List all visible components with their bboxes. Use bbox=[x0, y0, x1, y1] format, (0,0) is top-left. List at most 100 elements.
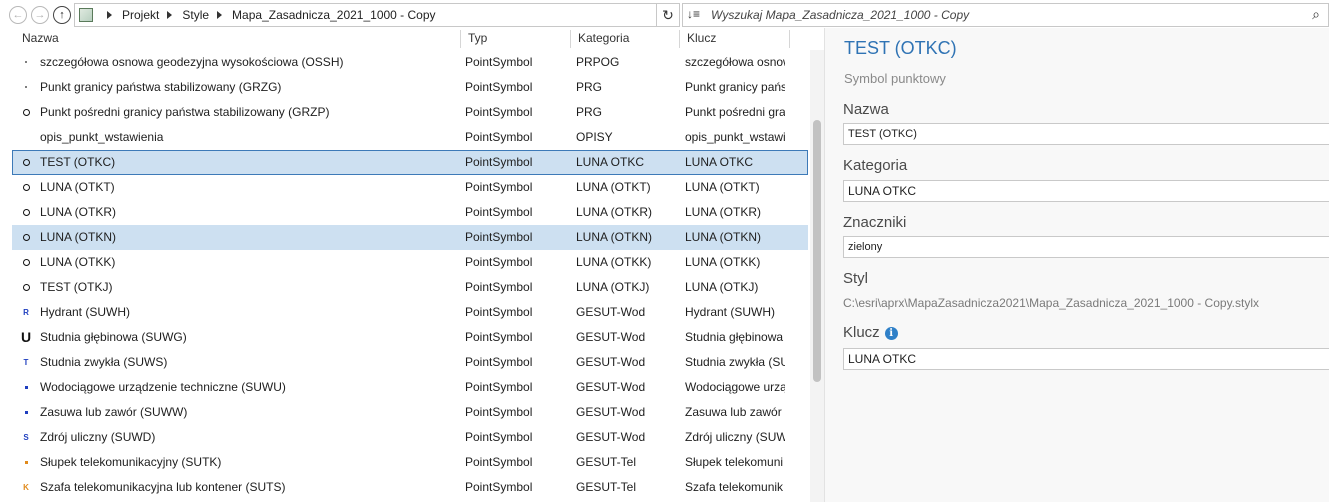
list-item-category: GESUT-Wod bbox=[576, 380, 646, 394]
column-divider[interactable] bbox=[789, 30, 790, 48]
list-item-category: OPISY bbox=[576, 130, 613, 144]
list-item-name: Studnia głębinowa (SUWG) bbox=[40, 330, 187, 344]
detail-title: TEST (OTKC) bbox=[844, 38, 957, 58]
refresh-button[interactable]: ↻ bbox=[656, 3, 680, 27]
tags-field[interactable]: zielony bbox=[843, 236, 1329, 258]
list-item-key: Punkt pośredni gra bbox=[685, 105, 785, 119]
point-symbol-square-icon bbox=[19, 376, 33, 399]
point-symbol-square-icon bbox=[19, 401, 33, 424]
address-toolbar: ← → ↑ Projekt Style Mapa_Zasadnicza_2021… bbox=[0, 0, 1329, 30]
list-item-category: GESUT-Wod bbox=[576, 330, 646, 344]
list-item[interactable]: T Studnia zwykła (SUWS) PointSymbol GESUT-W… bbox=[12, 350, 808, 375]
list-item-type: PointSymbol bbox=[465, 105, 533, 119]
point-symbol-circle-icon bbox=[19, 226, 33, 249]
name-field[interactable]: TEST (OTKC) bbox=[843, 123, 1329, 145]
sort-icon[interactable]: ↓≡ bbox=[687, 7, 700, 21]
point-symbol-circle-icon bbox=[19, 176, 33, 199]
list-item-type: PointSymbol bbox=[465, 255, 533, 269]
address-bar[interactable]: Projekt Style Mapa_Zasadnicza_2021_1000 … bbox=[74, 3, 679, 27]
list-item-type: PointSymbol bbox=[465, 205, 533, 219]
list-item-category: GESUT-Wod bbox=[576, 430, 646, 444]
list-item-category: LUNA OTKC bbox=[576, 155, 645, 169]
breadcrumb-item-projekt[interactable]: Projekt bbox=[122, 8, 159, 22]
list-item[interactable]: TEST (OTKC) PointSymbol LUNA OTKC LUNA OTKC bbox=[12, 150, 808, 175]
list-item[interactable]: Słupek telekomunikacyjny (SUTK) PointSymb… bbox=[12, 450, 808, 475]
list-item[interactable]: S Zdrój uliczny (SUWD) PointSymbol GESUT-Wo… bbox=[12, 425, 808, 450]
list-item[interactable]: szczegółowa osnowa geodezyjna wysokościo… bbox=[12, 50, 808, 75]
column-header-key[interactable]: Klucz bbox=[687, 28, 716, 50]
item-detail-panel: TEST (OTKC) Symbol punktowy Nazwa TEST (… bbox=[824, 28, 1329, 502]
breadcrumb-item-style[interactable]: Style bbox=[182, 8, 209, 22]
back-icon[interactable]: ← bbox=[9, 6, 27, 24]
list-item-type: PointSymbol bbox=[465, 355, 533, 369]
style-label: Styl bbox=[843, 270, 869, 287]
list-item[interactable]: LUNA (OTKT) PointSymbol LUNA (OTKT) LUNA (O… bbox=[12, 175, 808, 200]
list-item-key: LUNA (OTKK) bbox=[685, 255, 761, 269]
list-item[interactable]: Wodociągowe urządzenie techniczne (SUWU)… bbox=[12, 375, 808, 400]
list-item-name: Studnia zwykła (SUWS) bbox=[40, 355, 168, 369]
list-item-name: Słupek telekomunikacyjny (SUTK) bbox=[40, 455, 222, 469]
list-item-type: PointSymbol bbox=[465, 455, 533, 469]
up-folder-icon[interactable]: ↑ bbox=[53, 6, 71, 24]
key-field[interactable]: LUNA OTKC bbox=[843, 348, 1329, 370]
list-item-name: szczegółowa osnowa geodezyjna wysokościo… bbox=[40, 55, 344, 69]
list-item[interactable]: opis_punkt_wstawienia PointSymbol OPISY opi… bbox=[12, 125, 808, 150]
list-item-category: PRG bbox=[576, 80, 603, 94]
point-symbol-square-icon bbox=[19, 451, 33, 474]
breadcrumb-item-current[interactable]: Mapa_Zasadnicza_2021_1000 - Copy bbox=[232, 8, 435, 22]
list-item-category: LUNA (OTKN) bbox=[576, 230, 653, 244]
list-item[interactable]: Punkt pośredni granicy państwa stabilizo… bbox=[12, 100, 808, 125]
list-item-key: LUNA (OTKR) bbox=[685, 205, 762, 219]
column-divider[interactable] bbox=[460, 30, 461, 48]
list-item[interactable]: TEST (OTKJ) PointSymbol LUNA (OTKJ) LUNA (O… bbox=[12, 275, 808, 300]
info-icon[interactable]: i bbox=[884, 327, 898, 340]
list-item-type: PointSymbol bbox=[465, 280, 533, 294]
list-item-type: PointSymbol bbox=[465, 55, 533, 69]
list-item-key: LUNA (OTKJ) bbox=[685, 280, 759, 294]
list-item[interactable]: Zasuwa lub zawór (SUWW) PointSymbol GESUT-… bbox=[12, 400, 808, 425]
list-scrollbar[interactable] bbox=[810, 50, 824, 502]
column-divider[interactable] bbox=[679, 30, 680, 48]
list-item-category: GESUT-Wod bbox=[576, 355, 646, 369]
list-item-type: PointSymbol bbox=[465, 380, 533, 394]
list-item[interactable]: LUNA (OTKN) PointSymbol LUNA (OTKN) LUNA (O… bbox=[12, 225, 808, 250]
point-symbol-circle-icon bbox=[19, 276, 33, 299]
search-icon[interactable]: ⌕ bbox=[1312, 6, 1320, 23]
list-item[interactable]: LUNA (OTKR) PointSymbol LUNA (OTKR) LUNA (O… bbox=[12, 200, 808, 225]
column-header-type[interactable]: Typ bbox=[468, 28, 487, 50]
list-item-type: PointSymbol bbox=[465, 430, 533, 444]
list-item-category: GESUT-Tel bbox=[576, 480, 637, 494]
list-item-name: Wodociągowe urządzenie techniczne (SUWU) bbox=[40, 380, 286, 394]
column-divider[interactable] bbox=[570, 30, 571, 48]
list-item-category: LUNA (OTKK) bbox=[576, 255, 652, 269]
list-item-type: PointSymbol bbox=[465, 155, 533, 169]
column-header-name[interactable]: Nazwa bbox=[22, 28, 59, 50]
point-symbol-letter-icon: U bbox=[20, 329, 32, 345]
list-item-name: LUNA (OTKR) bbox=[40, 205, 117, 219]
search-placeholder: Wyszukaj Mapa_Zasadnicza_2021_1000 - Cop… bbox=[711, 8, 970, 22]
list-item[interactable]: R Hydrant (SUWH) PointSymbol GESUT-Wod Hydra… bbox=[12, 300, 808, 325]
list-item-key: Hydrant (SUWH) bbox=[685, 305, 776, 319]
list-item-name: LUNA (OTKT) bbox=[40, 180, 115, 194]
list-item-name: Zdrój uliczny (SUWD) bbox=[40, 430, 156, 444]
point-symbol-letter-icon: R bbox=[23, 308, 29, 317]
list-item[interactable]: K Szafa telekomunikacyjna lub kontener (S… bbox=[12, 475, 808, 500]
point-symbol-circle-icon bbox=[19, 251, 33, 274]
list-item-category: GESUT-Wod bbox=[576, 305, 646, 319]
list-item-key: opis_punkt_wstawi bbox=[685, 130, 785, 144]
key-label: Klucz bbox=[843, 324, 880, 341]
breadcrumb-separator-icon bbox=[167, 11, 173, 19]
search-input[interactable]: ↓≡ Wyszukaj Mapa_Zasadnicza_2021_1000 - … bbox=[682, 3, 1329, 27]
list-item[interactable]: U Studnia głębinowa (SUWG) PointSymbol GESU… bbox=[12, 325, 808, 350]
forward-icon[interactable]: → bbox=[31, 6, 49, 24]
scrollbar-thumb[interactable] bbox=[813, 120, 821, 382]
list-item-name: LUNA (OTKK) bbox=[40, 255, 116, 269]
list-item-name: opis_punkt_wstawienia bbox=[40, 130, 164, 144]
column-header-category[interactable]: Kategoria bbox=[578, 28, 629, 50]
category-field[interactable]: LUNA OTKC bbox=[843, 180, 1329, 202]
list-item[interactable]: LUNA (OTKK) PointSymbol LUNA (OTKK) LUNA (O… bbox=[12, 250, 808, 275]
list-item[interactable]: Punkt granicy państwa stabilizowany (GRZ… bbox=[12, 75, 808, 100]
list-item-key: Szafa telekomunik bbox=[685, 480, 784, 494]
style-folder-icon bbox=[79, 8, 93, 22]
breadcrumb: Projekt Style Mapa_Zasadnicza_2021_1000 … bbox=[99, 4, 436, 26]
